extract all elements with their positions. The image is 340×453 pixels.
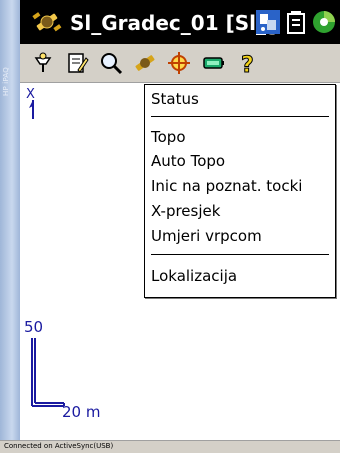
scale-y-label: 50 xyxy=(24,318,44,336)
notepad-pen-icon xyxy=(68,53,89,73)
help-question-icon: ? xyxy=(241,53,255,77)
battery-icon xyxy=(203,57,224,69)
menu-item-status[interactable]: Status xyxy=(145,87,335,111)
satellite-icon[interactable] xyxy=(32,9,62,35)
survey-button[interactable] xyxy=(28,49,58,77)
north-label: X xyxy=(26,87,35,102)
scale-x-label: 20 m xyxy=(62,403,101,421)
menu-item-inic[interactable]: Inic na poznat. tocki xyxy=(145,174,335,198)
window-title: Sl_Gradec_01 [Sl_g xyxy=(70,11,275,35)
zoom-button[interactable] xyxy=(96,49,126,77)
connection-status-text: Connected on ActiveSync(USB) xyxy=(4,442,114,450)
menu-separator xyxy=(151,116,329,117)
side-strip-label: HP iPAQ xyxy=(2,66,10,96)
svg-text:?: ? xyxy=(241,53,254,76)
satellite-icon xyxy=(135,55,155,71)
north-arrow-icon: X xyxy=(26,87,35,119)
menu-item-x-presjek[interactable]: X-presjek xyxy=(145,199,335,223)
satellite-button[interactable] xyxy=(130,49,160,77)
menu-item-lokalizacija[interactable]: Lokalizacija xyxy=(145,264,335,288)
magnifier-icon xyxy=(101,53,123,75)
toolbar: ? xyxy=(20,44,340,83)
battery-status-icon[interactable] xyxy=(283,9,309,35)
help-button[interactable]: ? xyxy=(232,49,262,77)
connectivity-icon[interactable] xyxy=(255,9,281,35)
context-menu: Status Topo Auto Topo Inic na poznat. to… xyxy=(144,84,336,298)
menu-item-auto-topo[interactable]: Auto Topo xyxy=(145,149,335,173)
gps-fix-icon[interactable] xyxy=(311,9,337,35)
notepad-button[interactable] xyxy=(62,49,92,77)
target-button[interactable] xyxy=(164,49,194,77)
menu-item-umjeri[interactable]: Umjeri vrpcom xyxy=(145,224,335,248)
status-bar: Connected on ActiveSync(USB) xyxy=(0,440,340,453)
menu-item-topo[interactable]: Topo xyxy=(145,125,335,149)
crosshair-target-icon xyxy=(168,52,190,74)
survey-icon xyxy=(34,52,52,72)
side-app-strip: HP iPAQ xyxy=(0,0,20,440)
title-bar: Sl_Gradec_01 [Sl_g xyxy=(20,0,340,44)
menu-separator xyxy=(151,254,329,255)
battery-button[interactable] xyxy=(198,49,228,77)
